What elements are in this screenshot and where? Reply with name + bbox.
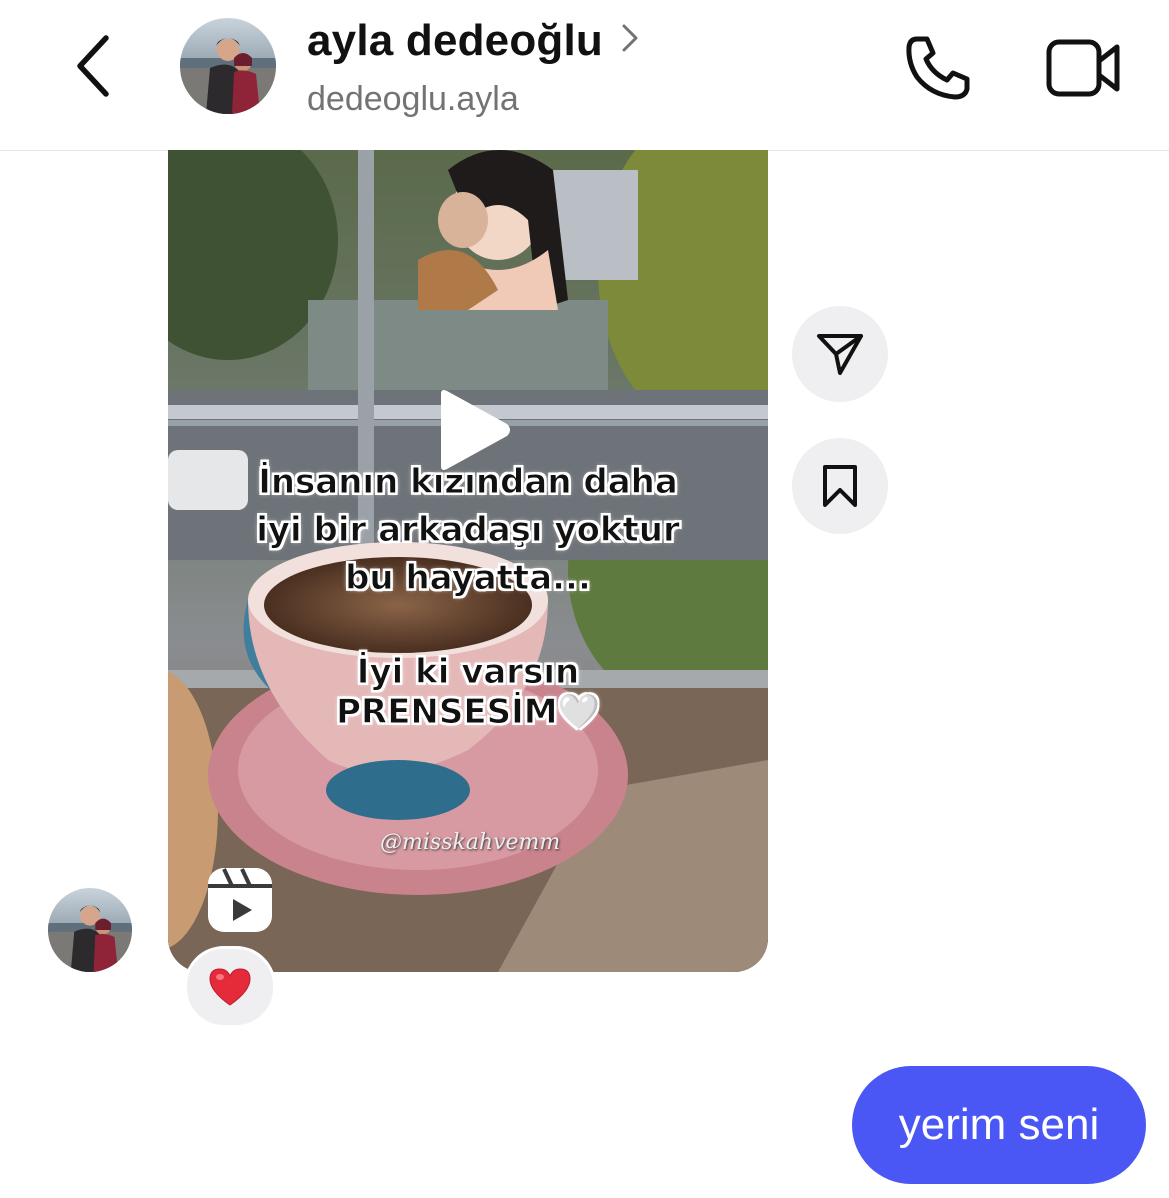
heart-reaction[interactable]	[184, 946, 276, 1028]
reel-overlay-text: İyi ki varsın	[356, 652, 580, 693]
audio-call-button[interactable]	[898, 30, 978, 106]
reel-overlay-text: iyi bir arkadaşı yoktur	[256, 510, 681, 551]
reel-overlay-text: bu hayatta...	[345, 558, 592, 599]
reels-icon	[208, 868, 272, 932]
contact-avatar[interactable]	[180, 18, 276, 114]
contact-name[interactable]: ayla dedeoğlu	[307, 16, 603, 66]
outgoing-message[interactable]: yerim seni	[852, 1066, 1146, 1184]
reel-overlay-text: PRENSESİM🤍	[336, 692, 601, 733]
profile-chevron-button[interactable]	[621, 23, 639, 53]
play-icon[interactable]	[433, 388, 513, 472]
bookmark-icon	[823, 465, 857, 507]
chat-header: ayla dedeoğlu dedeoglu.ayla	[0, 0, 1169, 151]
shared-reel[interactable]: İnsanın kızından daha iyi bir arkadaşı y…	[168, 150, 768, 972]
chevron-right-icon	[622, 24, 638, 52]
message-text: yerim seni	[898, 1100, 1100, 1149]
video-call-button[interactable]	[1042, 30, 1126, 106]
heart-icon	[209, 968, 251, 1006]
back-button[interactable]	[62, 28, 126, 104]
share-button[interactable]	[792, 306, 888, 402]
phone-icon	[906, 36, 970, 100]
chevron-left-icon	[77, 35, 109, 97]
contact-username[interactable]: dedeoglu.ayla	[307, 80, 519, 119]
save-button[interactable]	[792, 438, 888, 534]
reel-watermark: @misskahvemm	[380, 830, 561, 855]
video-camera-icon	[1046, 39, 1120, 97]
sender-avatar[interactable]	[48, 888, 132, 972]
paper-plane-icon	[817, 334, 863, 375]
